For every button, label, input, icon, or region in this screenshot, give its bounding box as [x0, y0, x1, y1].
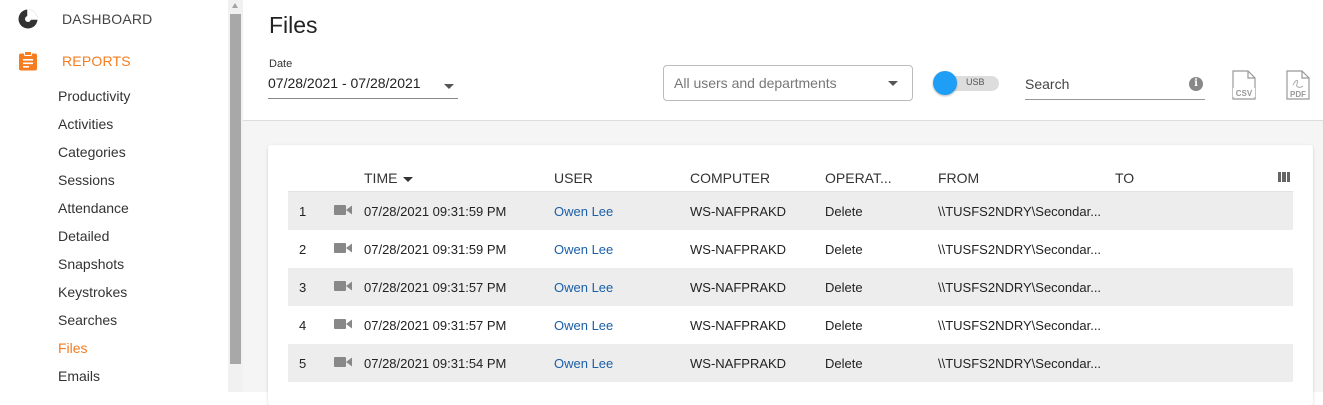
scrollbar-thumb[interactable] — [230, 14, 241, 364]
usb-toggle[interactable]: USB — [933, 71, 1001, 95]
row-number: 3 — [299, 280, 307, 295]
row-user-link[interactable]: Owen Lee — [554, 242, 613, 257]
row-operation: Delete — [825, 242, 863, 257]
row-user-link[interactable]: Owen Lee — [554, 280, 613, 295]
row-operation: Delete — [825, 318, 863, 333]
date-label: Date — [269, 58, 293, 70]
row-time: 07/28/2021 09:31:57 PM — [364, 280, 507, 295]
toggle-knob[interactable] — [933, 71, 957, 95]
row-computer: WS-NAFPRAKD — [690, 280, 787, 295]
chevron-down-icon — [888, 81, 898, 86]
sidebar-item-detailed[interactable]: Detailed — [58, 228, 109, 244]
row-computer: WS-NAFPRAKD — [690, 356, 787, 371]
sidebar: DASHBOARD REPORTS Productivity Activitie… — [0, 0, 228, 392]
video-camera-icon[interactable] — [334, 204, 352, 216]
dashboard-icon — [18, 9, 38, 29]
video-camera-icon[interactable] — [334, 280, 352, 292]
pdf-label: PDF — [1290, 90, 1306, 99]
row-from: \\TUSFS2NDRY\Secondar... — [938, 204, 1102, 219]
row-computer: WS-NAFPRAKD — [690, 204, 787, 219]
row-from: \\TUSFS2NDRY\Secondar... — [938, 318, 1102, 333]
row-number: 1 — [299, 204, 307, 219]
sidebar-item-attendance[interactable]: Attendance — [58, 200, 129, 216]
nav-dashboard[interactable]: DASHBOARD — [0, 1, 228, 37]
sidebar-item-productivity[interactable]: Productivity — [58, 88, 130, 104]
main-content: Files Date 07/28/2021 - 07/28/2021 All u… — [243, 0, 1323, 405]
video-camera-icon[interactable] — [334, 356, 352, 368]
scroll-up-arrow-icon[interactable] — [232, 3, 238, 8]
row-operation: Delete — [825, 280, 863, 295]
row-user-link[interactable]: Owen Lee — [554, 356, 613, 371]
sidebar-item-sessions[interactable]: Sessions — [58, 172, 115, 188]
sidebar-item-snapshots[interactable]: Snapshots — [58, 256, 124, 272]
table-row[interactable]: 1 07/28/2021 09:31:59 PM Owen Lee WS-NAF… — [288, 192, 1293, 230]
nav-reports-label: REPORTS — [62, 53, 131, 69]
column-header-computer[interactable]: COMPUTER — [690, 170, 770, 186]
date-range-value[interactable]: 07/28/2021 - 07/28/2021 — [268, 75, 421, 91]
row-from: \\TUSFS2NDRY\Secondar... — [938, 356, 1102, 371]
sidebar-item-keystrokes[interactable]: Keystrokes — [58, 284, 127, 300]
files-table: TIME USER COMPUTER OPERAT... FROM TO 1 0… — [268, 145, 1313, 405]
row-time: 07/28/2021 09:31:59 PM — [364, 204, 507, 219]
csv-label: CSV — [1236, 89, 1253, 98]
column-header-time[interactable]: TIME — [364, 170, 414, 186]
table-row[interactable]: 3 07/28/2021 09:31:57 PM Owen Lee WS-NAF… — [288, 268, 1293, 306]
toggle-label: USB — [966, 77, 985, 87]
user-department-select[interactable]: All users and departments — [663, 65, 913, 101]
search-placeholder: Search — [1025, 76, 1070, 92]
video-camera-icon[interactable] — [334, 318, 352, 330]
table-row[interactable]: 4 07/28/2021 09:31:57 PM Owen Lee WS-NAF… — [288, 306, 1293, 344]
row-from: \\TUSFS2NDRY\Secondar... — [938, 242, 1102, 257]
video-camera-icon[interactable] — [334, 242, 352, 254]
sidebar-item-searches[interactable]: Searches — [58, 312, 117, 328]
csv-export-icon[interactable]: CSV — [1232, 70, 1256, 100]
row-time: 07/28/2021 09:31:59 PM — [364, 242, 507, 257]
row-user-link[interactable]: Owen Lee — [554, 318, 613, 333]
user-select-placeholder: All users and departments — [674, 75, 837, 91]
row-time: 07/28/2021 09:31:54 PM — [364, 356, 507, 371]
nav-reports[interactable]: REPORTS — [0, 43, 228, 79]
row-operation: Delete — [825, 356, 863, 371]
sidebar-item-files[interactable]: Files — [58, 340, 88, 356]
pdf-export-icon[interactable]: PDF — [1286, 70, 1310, 100]
row-from: \\TUSFS2NDRY\Secondar... — [938, 280, 1102, 295]
row-user-link[interactable]: Owen Lee — [554, 204, 613, 219]
row-time: 07/28/2021 09:31:57 PM — [364, 318, 507, 333]
sidebar-item-categories[interactable]: Categories — [58, 144, 126, 160]
sidebar-item-emails[interactable]: Emails — [58, 368, 100, 384]
row-computer: WS-NAFPRAKD — [690, 318, 787, 333]
row-number: 4 — [299, 318, 307, 333]
row-computer: WS-NAFPRAKD — [690, 242, 787, 257]
row-operation: Delete — [825, 204, 863, 219]
column-header-time-label: TIME — [364, 170, 398, 186]
table-row[interactable]: 2 07/28/2021 09:31:59 PM Owen Lee WS-NAF… — [288, 230, 1293, 268]
chevron-down-icon[interactable] — [444, 84, 454, 89]
sidebar-item-activities[interactable]: Activities — [58, 116, 113, 132]
clipboard-icon — [19, 51, 37, 71]
search-underline — [1025, 99, 1205, 100]
info-icon[interactable]: i — [1189, 77, 1203, 91]
column-settings-icon[interactable] — [1278, 172, 1290, 182]
search-input[interactable]: Search i — [1025, 74, 1205, 100]
column-header-user[interactable]: USER — [554, 170, 593, 186]
table-row[interactable]: 5 07/28/2021 09:31:54 PM Owen Lee WS-NAF… — [288, 344, 1293, 382]
page-title: Files — [269, 12, 318, 38]
column-header-from[interactable]: FROM — [938, 170, 979, 186]
row-number: 5 — [299, 356, 307, 371]
sidebar-scrollbar[interactable] — [228, 0, 243, 392]
column-header-to[interactable]: TO — [1115, 170, 1134, 186]
column-header-operation[interactable]: OPERAT... — [825, 170, 892, 186]
sort-desc-icon — [403, 176, 414, 182]
row-number: 2 — [299, 242, 307, 257]
nav-dashboard-label: DASHBOARD — [62, 11, 153, 27]
date-underline — [268, 98, 458, 99]
